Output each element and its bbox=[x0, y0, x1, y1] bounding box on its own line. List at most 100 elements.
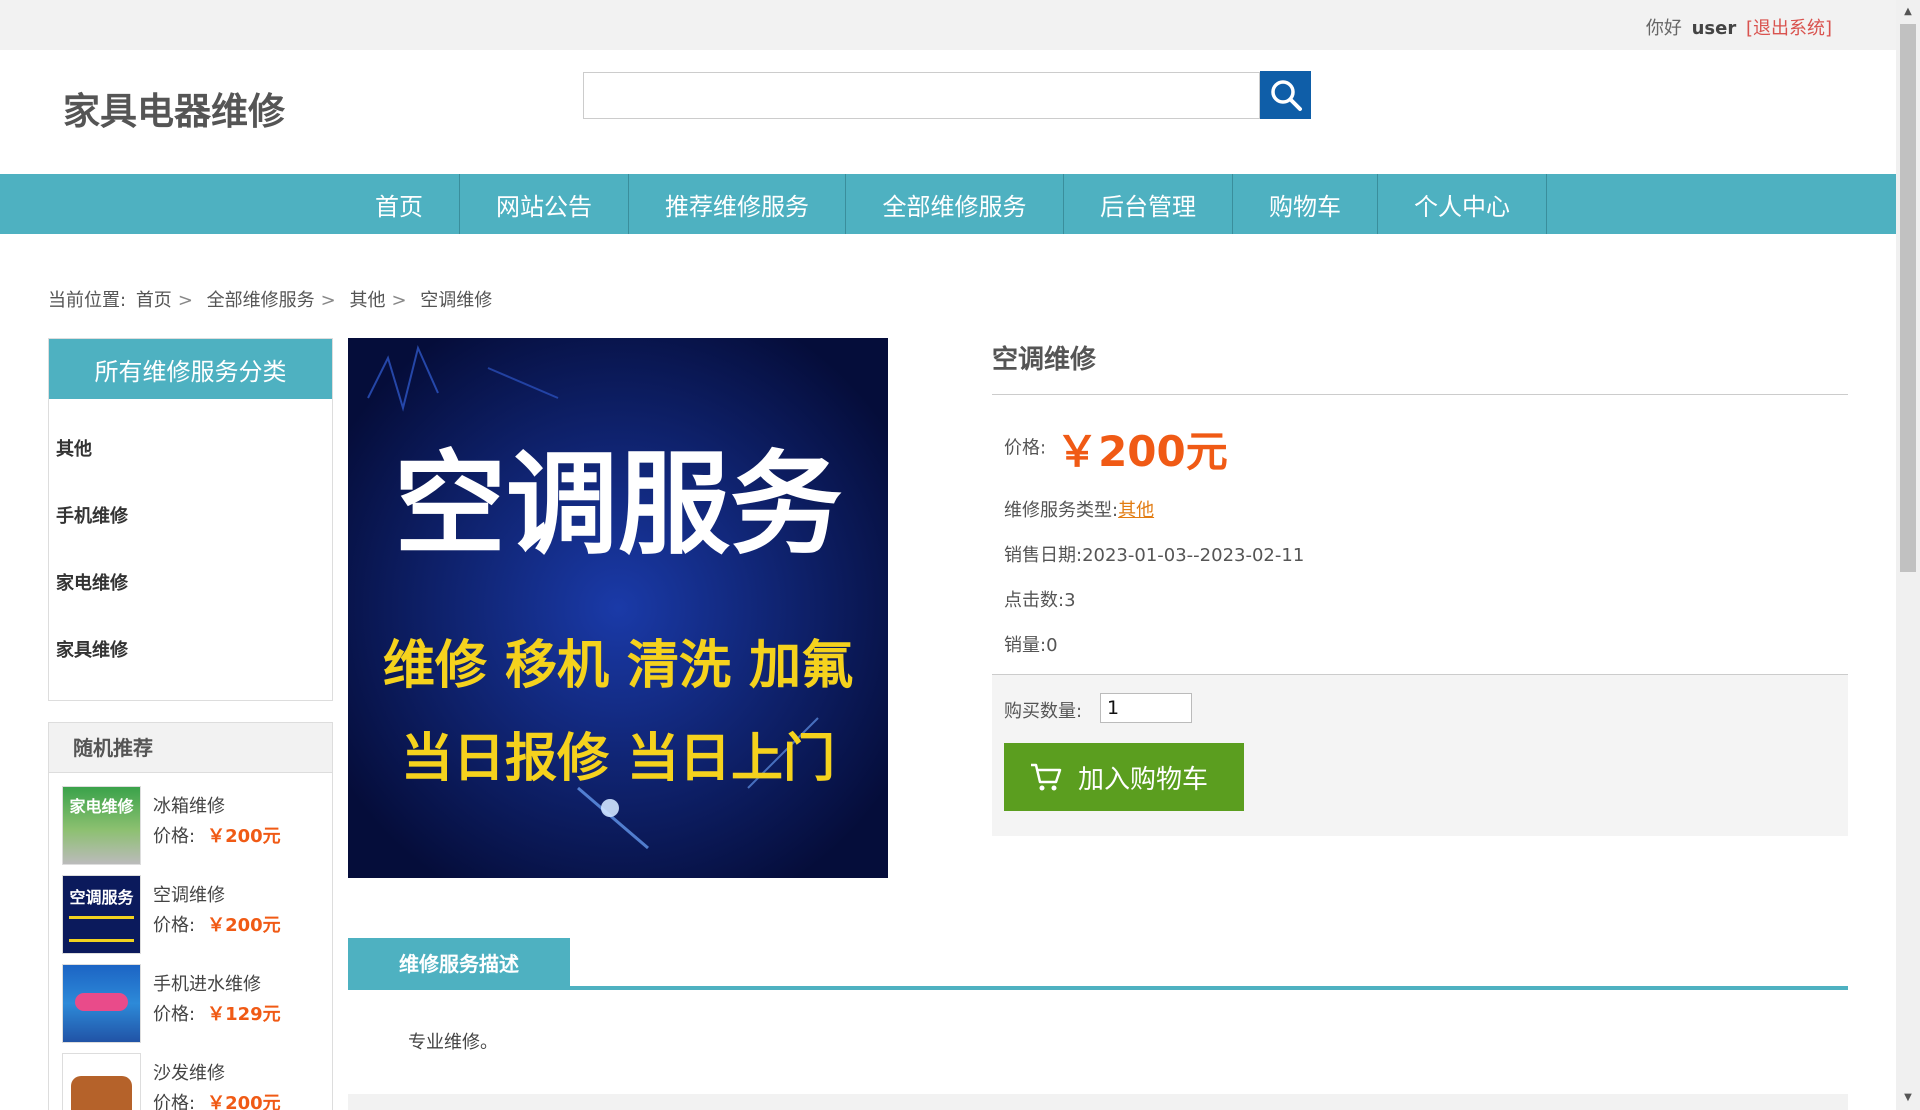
search-icon bbox=[1270, 80, 1302, 111]
date-label: 销售日期: bbox=[1004, 545, 1083, 566]
category-item-phone[interactable]: 手机维修 bbox=[49, 502, 332, 569]
price-label: 价格: bbox=[153, 1004, 196, 1025]
chevron-right-icon: > bbox=[391, 290, 407, 311]
product-price-row: 价格: ￥200元 bbox=[1004, 418, 1228, 479]
breadcrumb-item-category[interactable]: 其他 bbox=[349, 290, 385, 311]
product-type-row: 维修服务类型:其他 bbox=[1004, 496, 1154, 522]
add-to-cart-button[interactable]: 加入购物车 bbox=[1004, 743, 1244, 811]
recommend-thumbnail: 空调服务 bbox=[62, 875, 141, 954]
category-panel: 所有维修服务分类 其他 手机维修 家电维修 家具维修 bbox=[48, 338, 333, 701]
scrollbar[interactable]: ▲ ▼ bbox=[1896, 0, 1920, 1110]
image-promise: 当日报修 当日上门 bbox=[401, 729, 835, 789]
nav-item-cart[interactable]: 购物车 bbox=[1233, 174, 1378, 234]
recommend-name: 沙发维修 bbox=[153, 1063, 225, 1084]
tab-description[interactable]: 维修服务描述 bbox=[348, 938, 570, 986]
shopping-cart-icon bbox=[1031, 763, 1062, 791]
price-label: 价格: bbox=[1004, 437, 1047, 459]
image-services: 维修 移机 清洗 加氟 bbox=[383, 636, 853, 696]
category-item-appliance[interactable]: 家电维修 bbox=[49, 569, 332, 636]
logout-link[interactable]: [退出系统] bbox=[1746, 18, 1832, 39]
type-label: 维修服务类型: bbox=[1004, 500, 1119, 521]
product-date-row: 销售日期:2023-01-03--2023-02-11 bbox=[1004, 541, 1304, 567]
recommend-price: 价格: ￥200元 bbox=[153, 911, 281, 937]
clicks-label: 点击数: bbox=[1004, 590, 1065, 611]
user-greeting: 你好 user [退出系统] bbox=[1646, 14, 1832, 40]
greeting-text: 你好 bbox=[1645, 18, 1682, 39]
chevron-right-icon: > bbox=[320, 290, 336, 311]
recommend-thumbnail: 家电维修 bbox=[62, 786, 141, 865]
price-value: ￥200元 bbox=[207, 826, 281, 847]
scroll-down-icon[interactable]: ▼ bbox=[1896, 1086, 1920, 1110]
product-clicks-row: 点击数:3 bbox=[1004, 586, 1076, 612]
price-label: 价格: bbox=[153, 1093, 196, 1110]
thumbnail-decor bbox=[75, 993, 128, 1011]
product-sales-row: 销量:0 bbox=[1004, 631, 1058, 657]
breadcrumb-prefix: 当前位置: bbox=[48, 290, 127, 311]
recommend-item[interactable]: 手机进水维修 价格: ￥129元 bbox=[62, 964, 332, 1044]
nav-item-home[interactable]: 首页 bbox=[339, 174, 460, 234]
quantity-label: 购买数量: bbox=[1004, 701, 1083, 722]
thumbnail-caption: 家电维修 bbox=[69, 797, 134, 816]
add-to-cart-label: 加入购物车 bbox=[1078, 764, 1209, 795]
breadcrumb: 当前位置: 首页 > 全部维修服务 > 其他 > 空调维修 bbox=[48, 286, 496, 312]
scroll-up-icon[interactable]: ▲ bbox=[1896, 0, 1920, 24]
recommend-thumbnail bbox=[62, 964, 141, 1043]
recommend-price: 价格: ￥129元 bbox=[153, 1000, 281, 1026]
site-title: 家具电器维修 bbox=[63, 90, 285, 133]
recommend-name: 空调维修 bbox=[153, 885, 225, 906]
buy-panel: 购买数量: 1 加入购物车 bbox=[992, 674, 1848, 836]
top-bar: 你好 user [退出系统] bbox=[0, 0, 1896, 50]
category-panel-title: 所有维修服务分类 bbox=[49, 339, 332, 399]
nav-item-announcements[interactable]: 网站公告 bbox=[460, 174, 629, 234]
sales-label: 销量: bbox=[1004, 635, 1047, 656]
recommend-name: 冰箱维修 bbox=[153, 796, 225, 817]
recommend-thumbnail bbox=[62, 1053, 141, 1110]
thumbnail-decor bbox=[69, 916, 134, 942]
recommend-price: 价格: ￥200元 bbox=[153, 822, 281, 848]
header: 家具电器维修 bbox=[0, 50, 1896, 174]
image-headline: 空调服务 bbox=[394, 440, 842, 570]
nav-item-profile[interactable]: 个人中心 bbox=[1378, 174, 1547, 234]
product-date: 2023-01-03--2023-02-11 bbox=[1082, 545, 1305, 566]
recommend-name: 手机进水维修 bbox=[153, 974, 261, 995]
username: user bbox=[1691, 18, 1737, 39]
product-clicks: 3 bbox=[1064, 590, 1076, 611]
price-label: 价格: bbox=[153, 915, 196, 936]
product-price: ￥200元 bbox=[1056, 427, 1228, 476]
product-description: 专业维修。 bbox=[408, 1032, 498, 1053]
main-nav: 首页 网站公告 推荐维修服务 全部维修服务 后台管理 购物车 个人中心 bbox=[0, 174, 1896, 234]
chevron-right-icon: > bbox=[177, 290, 193, 311]
recommend-item[interactable]: 沙发维修 价格: ￥200元 bbox=[62, 1053, 332, 1110]
sofa-icon bbox=[71, 1076, 132, 1110]
divider bbox=[992, 394, 1848, 395]
recommend-item[interactable]: 空调服务 空调维修 价格: ￥200元 bbox=[62, 875, 332, 955]
tab-bar: 维修服务描述 bbox=[348, 938, 1848, 990]
breadcrumb-item-current: 空调维修 bbox=[420, 290, 493, 311]
comments-section-header bbox=[348, 1094, 1848, 1110]
price-value: ￥200元 bbox=[207, 915, 281, 936]
scrollbar-thumb[interactable] bbox=[1900, 24, 1916, 572]
product-type-link[interactable]: 其他 bbox=[1118, 500, 1154, 521]
category-item-other[interactable]: 其他 bbox=[49, 435, 332, 502]
recommend-item[interactable]: 家电维修 冰箱维修 价格: ￥200元 bbox=[62, 786, 332, 866]
price-value: ￥200元 bbox=[207, 1093, 281, 1110]
price-value: ￥129元 bbox=[207, 1004, 281, 1025]
product-sales: 0 bbox=[1046, 635, 1058, 656]
search-input[interactable] bbox=[583, 72, 1260, 119]
recommend-panel: 随机推荐 家电维修 冰箱维修 价格: ￥200元 空调服务 空调维修 价格: ￥20… bbox=[48, 722, 333, 1110]
product-image: 空调服务 维修 移机 清洗 加氟 当日报修 当日上门 bbox=[348, 338, 888, 878]
search-button[interactable] bbox=[1260, 71, 1311, 119]
breadcrumb-item-all-services[interactable]: 全部维修服务 bbox=[207, 290, 315, 311]
category-item-furniture[interactable]: 家具维修 bbox=[49, 636, 332, 703]
nav-item-all-services[interactable]: 全部维修服务 bbox=[846, 174, 1064, 234]
nav-item-recommended[interactable]: 推荐维修服务 bbox=[629, 174, 846, 234]
breadcrumb-item-home[interactable]: 首页 bbox=[136, 290, 172, 311]
thumbnail-caption: 空调服务 bbox=[69, 888, 134, 907]
price-label: 价格: bbox=[153, 826, 196, 847]
quantity-input[interactable]: 1 bbox=[1100, 693, 1192, 723]
recommend-panel-title: 随机推荐 bbox=[49, 723, 332, 773]
product-title: 空调维修 bbox=[992, 345, 1097, 375]
product-image-art: 空调服务 维修 移机 清洗 加氟 当日报修 当日上门 bbox=[348, 338, 888, 878]
recommend-price: 价格: ￥200元 bbox=[153, 1089, 281, 1110]
nav-item-admin[interactable]: 后台管理 bbox=[1064, 174, 1233, 234]
